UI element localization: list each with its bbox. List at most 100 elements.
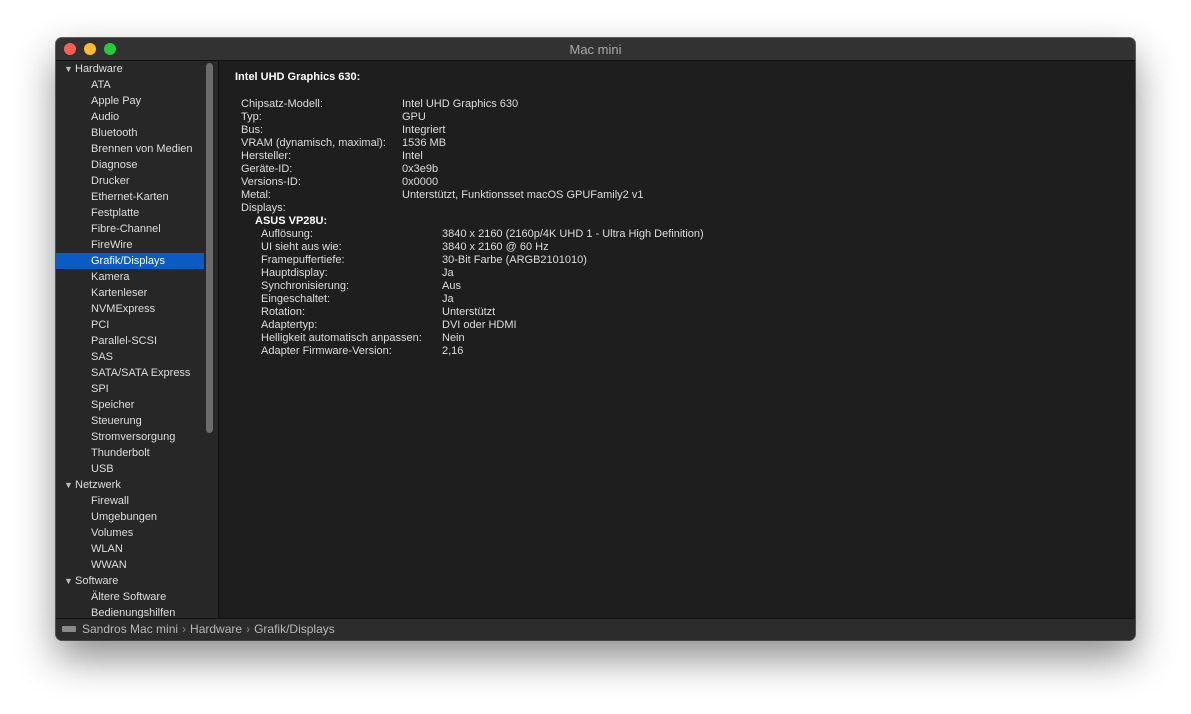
sidebar-item[interactable]: ATA [56, 77, 204, 93]
property-key: Hauptdisplay: [261, 267, 328, 279]
sidebar-item[interactable]: Drucker [56, 173, 204, 189]
property-row: Eingeschaltet: Ja [241, 293, 454, 306]
system-information-window: Mac mini ▼ Hardware ATA Apple Pay Audio Bluet… [56, 38, 1135, 640]
sidebar-item[interactable]: Kartenleser [56, 285, 204, 301]
sidebar-item[interactable]: SAS [56, 349, 204, 365]
property-value: Nein [442, 332, 465, 344]
property-row: VRAM (dynamisch, maximal): 1536 MB [241, 137, 446, 150]
sidebar-item[interactable]: Bedienungshilfen [56, 605, 204, 619]
sidebar-group-software[interactable]: ▼ Software [56, 573, 218, 589]
sidebar-item[interactable]: Bluetooth [56, 125, 204, 141]
breadcrumb: Sandros Mac mini › Hardware › Grafik/Display… [82, 622, 335, 636]
sidebar-item[interactable]: Volumes [56, 525, 204, 541]
property-value: 3840 x 2160 @ 60 Hz [442, 241, 549, 253]
property-value: Unterstützt, Funktionsset macOS GPUFamil… [402, 189, 644, 201]
property-value: Aus [442, 280, 461, 292]
property-row: Adaptertyp: DVI oder HDMI [241, 319, 517, 332]
breadcrumb-item[interactable]: Hardware [190, 622, 242, 636]
property-key: Versions-ID: [241, 176, 301, 188]
property-key: Typ: [241, 111, 262, 123]
property-key: VRAM (dynamisch, maximal): [241, 137, 386, 149]
sidebar-item[interactable]: Steuerung [56, 413, 204, 429]
sidebar-item[interactable]: Thunderbolt [56, 445, 204, 461]
property-key: Adapter Firmware-Version: [261, 345, 392, 357]
sidebar-item[interactable]: Parallel-SCSI [56, 333, 204, 349]
property-key: Metal: [241, 189, 271, 201]
property-row: Typ: GPU [241, 111, 426, 124]
property-key: Hersteller: [241, 150, 292, 162]
property-key: Adaptertyp: [261, 319, 318, 331]
property-key: Eingeschaltet: [261, 293, 331, 305]
detail-pane: Intel UHD Graphics 630: Chipsatz-Modell:… [219, 61, 1135, 619]
sidebar-item[interactable]: Fibre-Channel [56, 221, 204, 237]
property-row: Metal: Unterstützt, Funktionsset macOS GP… [241, 189, 643, 202]
property-key: Chipsatz-Modell: [241, 98, 323, 110]
sidebar-item[interactable]: SPI [56, 381, 204, 397]
breadcrumb-separator: › [246, 622, 251, 636]
property-value: Integriert [402, 124, 446, 136]
sidebar[interactable]: ▼ Hardware ATA Apple Pay Audio Bluetooth Brenn… [56, 61, 219, 619]
property-value: Unterstützt [442, 306, 496, 318]
property-key: Rotation: [261, 306, 306, 318]
property-key: Displays: [241, 202, 286, 214]
property-value: 2,16 [442, 345, 464, 357]
property-key: Geräte-ID: [241, 163, 293, 175]
sidebar-item[interactable]: Audio [56, 109, 204, 125]
sidebar-item[interactable]: Apple Pay [56, 93, 204, 109]
property-row: Adapter Firmware-Version: 2,16 [241, 345, 463, 358]
sidebar-item[interactable]: USB [56, 461, 204, 477]
sidebar-item[interactable]: WLAN [56, 541, 204, 557]
property-row: Chipsatz-Modell: Intel UHD Graphics 630 [241, 98, 518, 111]
sidebar-item[interactable]: Diagnose [56, 157, 204, 173]
property-value: 1536 MB [402, 137, 447, 149]
sidebar-group-label: Netzwerk [75, 479, 121, 491]
sidebar-item[interactable]: Ethernet-Karten [56, 189, 204, 205]
property-row: Auflösung: 3840 x 2160 (2160p/4K UHD 1 - … [241, 228, 704, 241]
sidebar-item[interactable]: Festplatte [56, 205, 204, 221]
sidebar-item[interactable]: FireWire [56, 237, 204, 253]
sidebar-item[interactable]: PCI [56, 317, 204, 333]
property-row: Geräte-ID: 0x3e9b [241, 163, 438, 176]
breadcrumb-item[interactable]: Grafik/Displays [254, 622, 335, 636]
sidebar-item[interactable]: Umgebungen [56, 509, 204, 525]
sidebar-item[interactable]: Firewall [56, 493, 204, 509]
property-key: Helligkeit automatisch anpassen: [261, 332, 422, 344]
device-heading: Intel UHD Graphics 630: [235, 71, 361, 83]
property-row: Hersteller: Intel [241, 150, 423, 163]
disclosure-triangle-icon[interactable]: ▼ [64, 477, 75, 493]
property-value: 30-Bit Farbe (ARGB2101010) [442, 254, 587, 266]
display-name: ASUS VP28U: [255, 215, 328, 227]
disclosure-triangle-icon[interactable]: ▼ [64, 573, 75, 589]
title-bar[interactable]: Mac mini [56, 38, 1135, 61]
sidebar-group-hardware[interactable]: ▼ Hardware [56, 61, 218, 77]
breadcrumb-item[interactable]: Sandros Mac mini [82, 622, 178, 636]
sidebar-list: ▼ Hardware ATA Apple Pay Audio Bluetooth Brenn… [56, 61, 218, 619]
property-key: Framepuffertiefe: [261, 254, 345, 266]
sidebar-item[interactable]: Kamera [56, 269, 204, 285]
property-key: UI sieht aus wie: [261, 241, 342, 253]
property-row: Versions-ID: 0x0000 [241, 176, 438, 189]
sidebar-item[interactable]: WWAN [56, 557, 204, 573]
sidebar-item[interactable]: Speicher [56, 397, 204, 413]
property-key: Bus: [241, 124, 264, 136]
sidebar-item[interactable]: NVMExpress [56, 301, 204, 317]
disclosure-triangle-icon[interactable]: ▼ [64, 61, 75, 77]
window-title: Mac mini [569, 42, 622, 57]
sidebar-item[interactable]: SATA/SATA Express [56, 365, 204, 381]
sidebar-item[interactable]: Stromversorgung [56, 429, 204, 445]
sidebar-group-netzwerk[interactable]: ▼ Netzwerk [56, 477, 218, 493]
property-row: Bus: Integriert [241, 124, 445, 137]
property-value: Ja [442, 293, 454, 305]
sidebar-group-label: Hardware [75, 63, 123, 75]
property-value: 0x0000 [402, 176, 439, 188]
property-row: UI sieht aus wie: 3840 x 2160 @ 60 Hz [241, 241, 549, 254]
property-value: DVI oder HDMI [442, 319, 517, 331]
path-bar: Sandros Mac mini › Hardware › Grafik/Display… [56, 618, 1135, 640]
property-value: Intel [402, 150, 423, 162]
sidebar-scrollbar[interactable] [206, 63, 213, 433]
sidebar-item[interactable]: Grafik/Displays [56, 253, 204, 269]
sidebar-item[interactable]: Brennen von Medien [56, 141, 204, 157]
property-key: Auflösung: [261, 228, 313, 240]
sidebar-item[interactable]: Ältere Software [56, 589, 204, 605]
mac-mini-icon [62, 625, 76, 632]
